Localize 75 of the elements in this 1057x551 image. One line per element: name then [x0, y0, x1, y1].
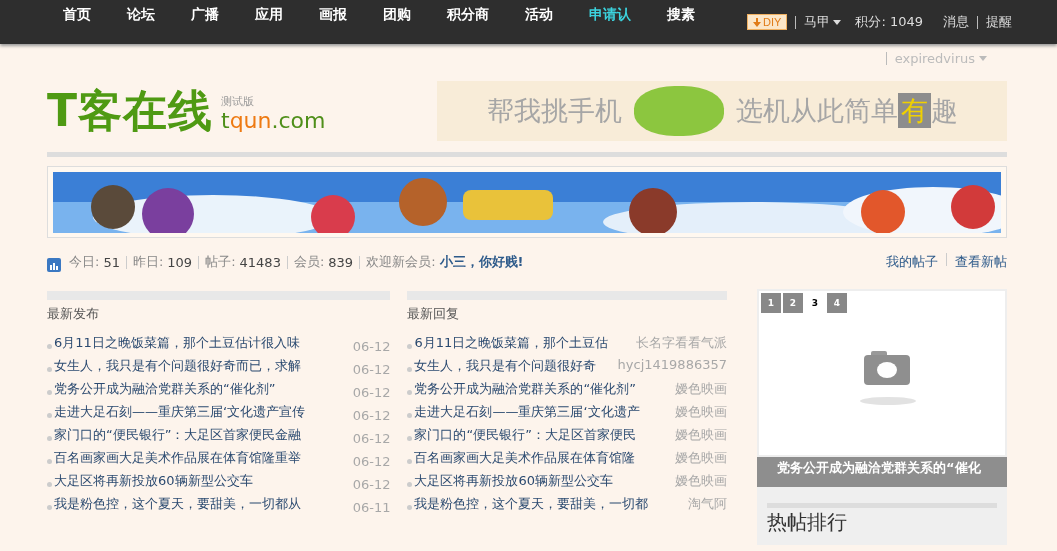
welcome-label: 欢迎新会员: — [366, 253, 436, 271]
post-link[interactable]: 大足区将再新投放60辆新型公交车 — [54, 472, 253, 490]
stat-text: 昨日: 109 — [132, 253, 193, 271]
quick-link[interactable]: 查看新帖 — [955, 253, 1007, 271]
camera-icon — [860, 351, 916, 405]
post-link[interactable]: 我是粉色控，这个夏天，要甜美，一切都从 — [54, 495, 301, 513]
section-title: 最新回复 — [407, 305, 461, 323]
post-date: 06-12 — [352, 454, 391, 469]
post-date: 06-12 — [352, 477, 391, 492]
bullet-icon — [47, 390, 52, 395]
quick-link[interactable]: 我的帖子 — [886, 253, 938, 271]
post-date: 06-12 — [352, 362, 391, 377]
stat-text: 帖子: 41483 — [205, 253, 281, 271]
bullet-icon — [407, 482, 413, 487]
nav-link[interactable]: 应用 — [247, 0, 291, 44]
bullet-icon — [47, 436, 52, 441]
bullet-icon — [407, 367, 413, 372]
page-tab[interactable]: 1 — [761, 293, 781, 313]
edition-label: 测试版 — [221, 93, 255, 109]
nav-link[interactable]: 搜素 — [659, 0, 703, 44]
bullet-icon — [47, 482, 52, 487]
section-title: 最新发布 — [47, 305, 100, 323]
post-date: 06-12 — [352, 408, 391, 423]
post-date: 06-12 — [352, 385, 391, 400]
chart-icon — [47, 258, 61, 272]
post-link[interactable]: 百名画家画大足美术作品展在体育馆隆重举 — [54, 449, 301, 467]
bullet-icon — [407, 413, 413, 418]
bullet-icon — [47, 459, 52, 464]
bullet-icon — [47, 367, 52, 372]
bullet-icon — [407, 505, 413, 510]
bullet-icon — [407, 459, 413, 464]
bullet-icon — [47, 413, 52, 418]
post-link[interactable]: 走进大足石刻——重庆第三届‘文化遗产 — [414, 403, 640, 421]
post-link[interactable]: 家门口的“便民银行”：大足区首家便民金融 — [54, 426, 302, 444]
post-link[interactable]: 6月11日之晚饭菜篇，那个土豆估计很入味 — [54, 334, 300, 352]
download-icon — [753, 17, 762, 27]
page-tab[interactable]: 2 — [783, 293, 803, 313]
panel-title: 热帖排行 — [767, 510, 847, 534]
post-date: 06-12 — [352, 431, 391, 446]
member-link[interactable]: 小三，你好贱! — [439, 253, 524, 271]
post-link[interactable]: 百名画家画大足美术作品展在体育馆隆 — [414, 449, 636, 467]
post-date: 06-12 — [352, 339, 391, 354]
nav-link[interactable]: 活动 — [517, 0, 561, 44]
nav-link[interactable]: 广播 — [183, 0, 227, 44]
bullet-icon — [47, 505, 52, 510]
nav-link[interactable]: 首页 — [55, 0, 99, 44]
site-domain: tqun.com — [221, 108, 326, 133]
post-link[interactable]: 党务公开成为融洽党群关系的“催化剂” — [54, 380, 276, 398]
user-menu[interactable]: 马甲 — [804, 13, 842, 31]
bullet-icon — [407, 436, 413, 441]
reminders-link[interactable]: 提醒 — [986, 13, 1012, 31]
post-link[interactable]: 6月11日之晚饭菜篇，那个土豆估 — [414, 334, 609, 352]
caret-icon — [979, 56, 987, 61]
post-link[interactable]: 女生人，我只是有个问题很好奇而已，求解 — [54, 357, 301, 375]
post-link[interactable]: 党务公开成为融洽党群关系的“催化剂” — [414, 380, 636, 398]
post-link[interactable]: 女生人，我只是有个问题很好奇 — [414, 357, 597, 375]
page-tab[interactable]: 4 — [827, 293, 847, 313]
nav-link[interactable]: 团购 — [375, 0, 419, 44]
post-date: 06-11 — [352, 500, 391, 515]
nav-link[interactable]: 画报 — [311, 0, 355, 44]
bullet-icon — [407, 344, 413, 349]
post-link[interactable]: 大足区将再新投放60辆新型公交车 — [414, 472, 614, 490]
bullet-icon — [407, 390, 413, 395]
stat-text: 今日: 51 — [69, 253, 120, 271]
nav-link[interactable]: 论坛 — [119, 0, 163, 44]
nav-link[interactable]: 申请认 — [581, 0, 639, 44]
post-link[interactable]: 走进大足石刻——重庆第三届‘文化遗产宣传 — [54, 403, 306, 421]
nav-link[interactable]: 积分商 — [439, 0, 497, 44]
stat-text: 会员: 839 — [293, 253, 354, 271]
post-link[interactable]: 我是粉色控，这个夏天，要甜美，一切都 — [414, 495, 649, 513]
post-link[interactable]: 家门口的“便民银行”：大足区首家便民 — [414, 426, 636, 444]
bullet-icon — [47, 344, 52, 349]
points-label: 积分: 1049 — [855, 13, 923, 31]
messages-link[interactable]: 消息 — [943, 13, 969, 31]
caret-icon — [833, 19, 842, 25]
